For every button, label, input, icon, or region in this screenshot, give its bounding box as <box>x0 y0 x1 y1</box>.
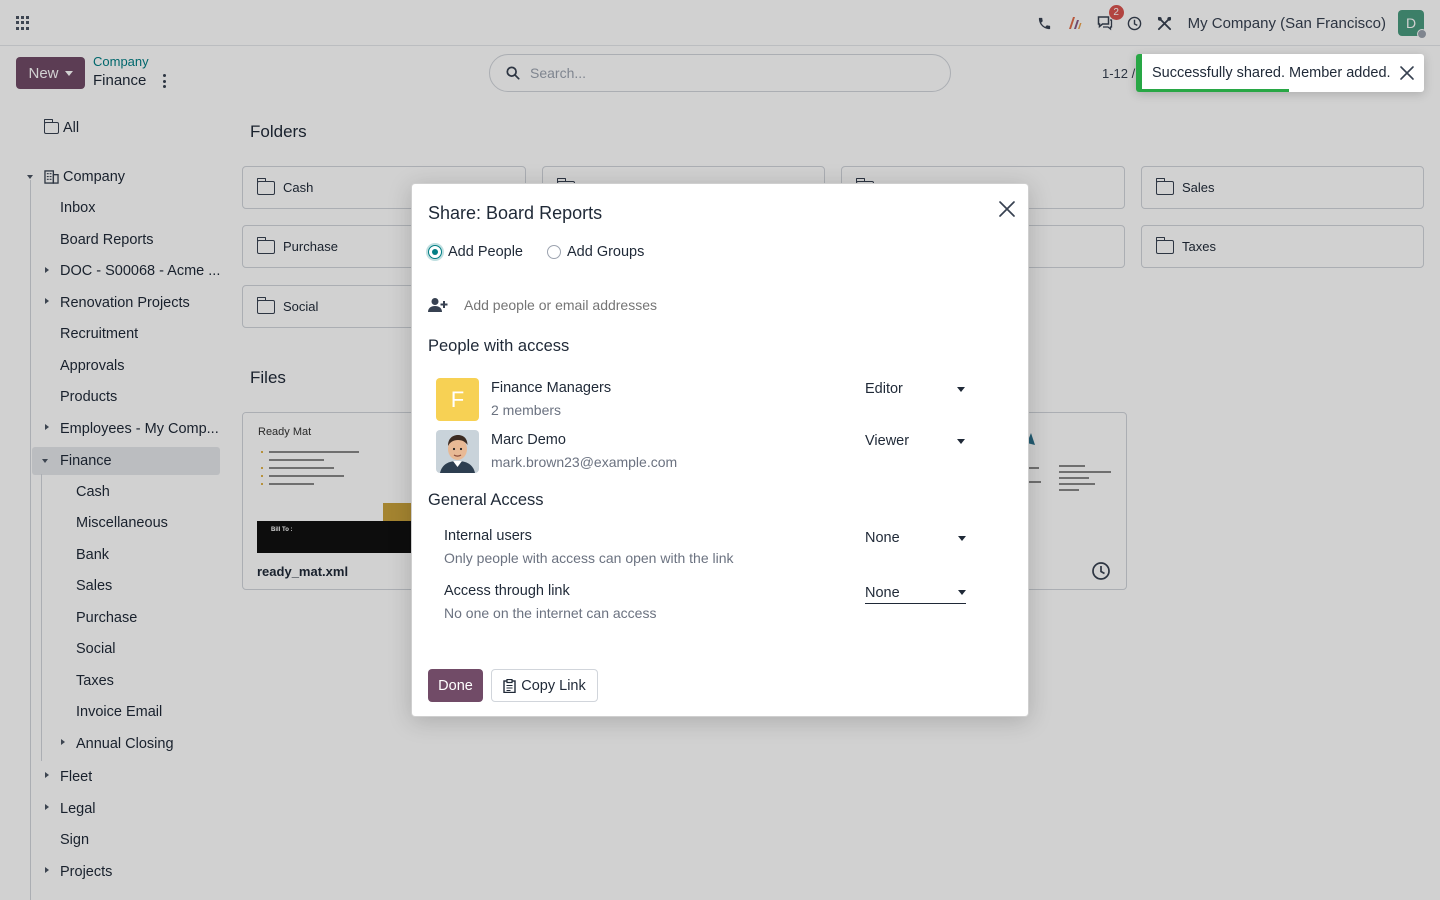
copy-link-button[interactable]: Copy Link <box>491 669 598 702</box>
select-value: None <box>865 530 900 546</box>
close-icon[interactable] <box>1398 64 1416 82</box>
copy-link-label: Copy Link <box>521 677 586 694</box>
radio-add-groups[interactable]: Add Groups <box>546 244 645 260</box>
notification-progress-bar <box>1142 89 1289 92</box>
radio-button[interactable] <box>546 245 561 259</box>
general-access-title: General Access <box>428 491 544 509</box>
success-notification: Successfully shared. Member added. <box>1136 54 1424 92</box>
select-value: None <box>865 584 900 601</box>
close-icon[interactable] <box>997 199 1017 219</box>
caret-down-icon <box>958 590 966 595</box>
avatar: F <box>436 378 479 421</box>
share-dialog: Share: Board Reports Add People Add Grou… <box>411 183 1029 717</box>
role-value: Viewer <box>865 433 910 449</box>
avatar-initial: F <box>450 386 465 412</box>
internal-users-select[interactable]: None <box>865 527 966 549</box>
role-value: Editor <box>865 381 903 397</box>
person-name: Marc Demo <box>491 432 566 448</box>
caret-down-icon <box>957 386 965 392</box>
people-with-access-title: People with access <box>428 337 570 355</box>
internal-users-label: Internal users <box>444 528 532 544</box>
notification-message: Successfully shared. Member added. <box>1152 65 1391 81</box>
radio-label: Add Groups <box>566 244 645 260</box>
person-subtitle: 2 members <box>491 402 562 418</box>
done-button[interactable]: Done <box>428 669 483 702</box>
role-select[interactable]: Editor <box>865 379 965 399</box>
dialog-title: Share: Board Reports <box>428 203 603 223</box>
radio-label: Add People <box>448 244 523 260</box>
clipboard-icon <box>503 678 516 693</box>
add-people-row <box>428 294 1014 316</box>
internal-users-description: Only people with access can open with th… <box>444 550 734 566</box>
add-user-icon <box>428 298 448 312</box>
radio-add-people[interactable]: Add People <box>428 244 523 260</box>
access-link-description: No one on the internet can access <box>444 605 657 621</box>
radio-button-checked[interactable] <box>428 245 442 259</box>
role-select[interactable]: Viewer <box>865 431 965 451</box>
access-link-select[interactable]: None <box>865 582 966 604</box>
add-people-input[interactable] <box>464 297 984 313</box>
person-name: Finance Managers <box>491 380 612 396</box>
person-email: mark.brown23@example.com <box>491 454 678 470</box>
caret-down-icon <box>958 535 966 541</box>
access-link-label: Access through link <box>444 583 570 599</box>
avatar-photo <box>436 430 479 473</box>
share-mode-radio-group: Add People Add Groups <box>428 244 644 260</box>
caret-down-icon <box>957 438 965 444</box>
